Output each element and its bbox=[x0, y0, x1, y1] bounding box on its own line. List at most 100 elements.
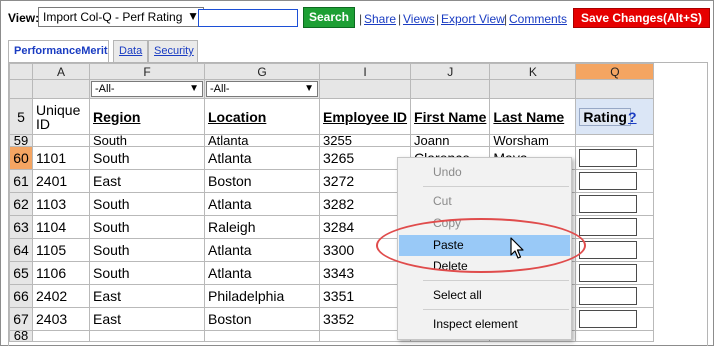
cell-region[interactable]: South bbox=[89, 192, 205, 216]
rating-input[interactable] bbox=[579, 287, 638, 305]
cell-rating[interactable] bbox=[575, 134, 655, 147]
tab-data[interactable]: Data bbox=[113, 40, 148, 62]
header-employee-id[interactable]: Employee ID bbox=[318, 98, 412, 135]
cell-location[interactable]: Raleigh bbox=[204, 215, 320, 239]
cell-location[interactable]: Atlanta bbox=[204, 146, 320, 170]
view-select[interactable]: Import Col-Q - Perf Rating ▼ bbox=[38, 7, 204, 27]
header-first-name[interactable]: First Name bbox=[410, 98, 491, 135]
row-number: 65 bbox=[9, 261, 33, 285]
cell-employee-id[interactable]: 3255 bbox=[318, 134, 412, 147]
filter-empty bbox=[410, 79, 491, 99]
menu-item-undo[interactable]: Undo bbox=[399, 162, 570, 183]
region-filter-cell: -All- ▼ bbox=[89, 79, 205, 99]
row-number: 63 bbox=[9, 215, 33, 239]
save-changes-button[interactable]: Save Changes(Alt+S) bbox=[573, 8, 710, 28]
rating-input[interactable] bbox=[579, 218, 638, 236]
region-filter-select[interactable]: -All- ▼ bbox=[91, 81, 203, 97]
corner-cell bbox=[9, 63, 33, 80]
filter-row: -All- ▼ -All- ▼ bbox=[9, 79, 655, 99]
cell-unique-id[interactable]: 2401 bbox=[32, 169, 90, 193]
annotation-ellipse bbox=[376, 218, 586, 273]
rating-input[interactable] bbox=[579, 264, 638, 282]
cell-rating[interactable] bbox=[575, 330, 655, 342]
filter-corner bbox=[9, 79, 33, 99]
cell-unique-id[interactable]: 2402 bbox=[32, 284, 90, 308]
cell-location[interactable]: Atlanta bbox=[204, 238, 320, 262]
rating-input[interactable] bbox=[579, 172, 638, 190]
cell-region[interactable]: South bbox=[89, 215, 205, 239]
search-button[interactable]: Search bbox=[303, 7, 355, 28]
cell-location[interactable]: Boston bbox=[204, 169, 320, 193]
cell-location[interactable]: Philadelphia bbox=[204, 284, 320, 308]
cell-unique-id[interactable]: 1105 bbox=[32, 238, 90, 262]
column-letter[interactable]: K bbox=[489, 63, 577, 80]
cell-region[interactable]: South bbox=[89, 238, 205, 262]
tab-performance-merit[interactable]: PerformanceMerit bbox=[8, 40, 109, 63]
cell-region[interactable]: East bbox=[89, 307, 205, 331]
cell-rating bbox=[575, 238, 655, 262]
menu-item-cut[interactable]: Cut bbox=[399, 191, 570, 212]
row-number: 60 bbox=[9, 146, 33, 170]
views-link[interactable]: Views bbox=[403, 12, 435, 26]
cell-location[interactable]: Boston bbox=[204, 307, 320, 331]
cell-unique-id[interactable]: 1104 bbox=[32, 215, 90, 239]
rating-input[interactable] bbox=[579, 195, 638, 213]
column-letter[interactable]: I bbox=[318, 63, 412, 80]
cell-region[interactable] bbox=[89, 330, 205, 342]
toolbar: View: Import Col-Q - Perf Rating ▼ Searc… bbox=[8, 7, 710, 29]
filter-empty bbox=[575, 79, 655, 99]
column-letter[interactable]: G bbox=[204, 63, 320, 80]
cell-location[interactable]: Atlanta bbox=[204, 192, 320, 216]
cell-region[interactable]: East bbox=[89, 169, 205, 193]
column-letter[interactable]: A bbox=[32, 63, 90, 80]
cell-location[interactable]: Atlanta bbox=[204, 134, 320, 147]
column-letter-selected[interactable]: Q bbox=[575, 63, 655, 80]
cell-region[interactable]: South bbox=[89, 134, 205, 147]
menu-item-inspect-element[interactable]: Inspect element bbox=[399, 314, 570, 335]
view-label: View: bbox=[8, 11, 40, 25]
header-rating-cell: Rating bbox=[575, 98, 655, 135]
toolbar-separator: | bbox=[359, 12, 363, 26]
table-row: 59 South Atlanta 3255 Joann Worsham bbox=[9, 134, 655, 147]
cell-region[interactable]: South bbox=[89, 261, 205, 285]
comments-link[interactable]: Comments bbox=[509, 12, 567, 26]
cell-first-name[interactable]: Joann bbox=[410, 134, 491, 147]
row-number: 68 bbox=[9, 330, 33, 342]
header-region[interactable]: Region bbox=[89, 98, 205, 135]
header-location[interactable]: Location bbox=[204, 98, 320, 135]
cell-unique-id[interactable]: 1101 bbox=[32, 146, 90, 170]
menu-divider bbox=[423, 280, 569, 281]
search-input[interactable] bbox=[198, 9, 298, 27]
tab-security[interactable]: Security bbox=[148, 40, 198, 62]
header-last-name[interactable]: Last Name bbox=[489, 98, 577, 135]
cell-unique-id[interactable] bbox=[32, 330, 90, 342]
menu-divider bbox=[423, 309, 569, 310]
cell-unique-id[interactable] bbox=[32, 134, 90, 147]
cell-region[interactable]: South bbox=[89, 146, 205, 170]
menu-item-select-all[interactable]: Select all bbox=[399, 285, 570, 306]
cell-region[interactable]: East bbox=[89, 284, 205, 308]
rating-input[interactable] bbox=[579, 241, 638, 259]
share-link[interactable]: Share bbox=[364, 12, 396, 26]
export-view-link[interactable]: Export View bbox=[441, 12, 505, 26]
header-rating[interactable]: Rating bbox=[579, 107, 631, 126]
column-letter[interactable]: J bbox=[410, 63, 491, 80]
column-letter[interactable]: F bbox=[89, 63, 205, 80]
rating-input[interactable] bbox=[579, 310, 638, 328]
cell-unique-id[interactable]: 1103 bbox=[32, 192, 90, 216]
toolbar-separator: | bbox=[398, 12, 402, 26]
header-unique-id[interactable]: Unique ID bbox=[32, 98, 90, 135]
cell-unique-id[interactable]: 1106 bbox=[32, 261, 90, 285]
toolbar-separator: | bbox=[436, 12, 440, 26]
filter-empty bbox=[32, 79, 90, 99]
menu-divider bbox=[423, 186, 569, 187]
filter-empty bbox=[489, 79, 577, 99]
cell-location[interactable] bbox=[204, 330, 320, 342]
help-icon[interactable]: ? bbox=[628, 109, 637, 125]
cell-last-name[interactable]: Worsham bbox=[489, 134, 577, 147]
cell-unique-id[interactable]: 2403 bbox=[32, 307, 90, 331]
rating-input[interactable] bbox=[579, 149, 638, 167]
toolbar-separator: | bbox=[504, 12, 508, 26]
cell-location[interactable]: Atlanta bbox=[204, 261, 320, 285]
location-filter-select[interactable]: -All- ▼ bbox=[206, 81, 318, 97]
